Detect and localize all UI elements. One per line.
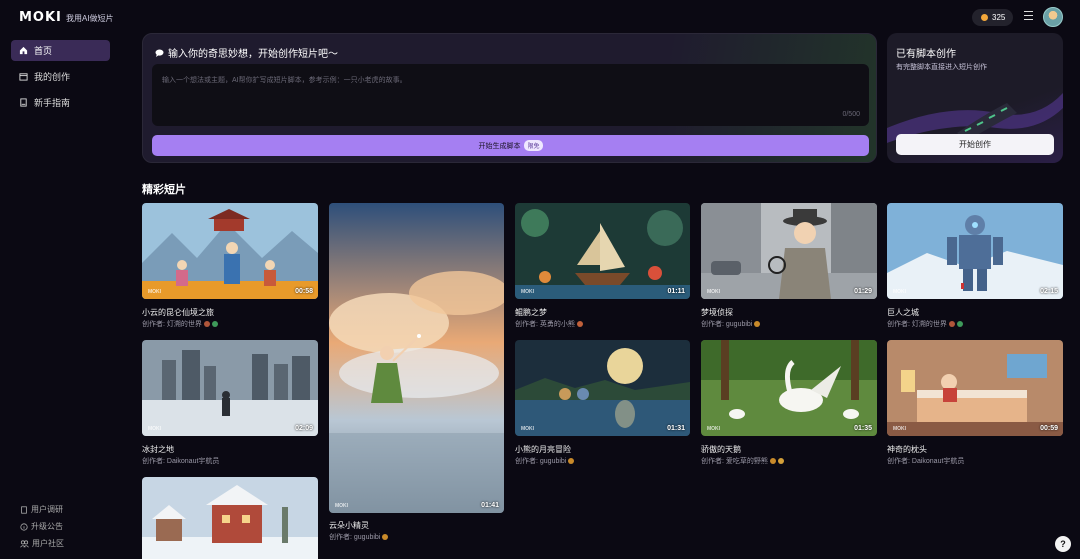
video-title: 神奇的枕头 bbox=[887, 445, 927, 454]
sidebar-item-guide[interactable]: 新手指南 bbox=[11, 92, 110, 113]
generate-script-button[interactable]: 开始生成脚本 限免 bbox=[152, 135, 869, 156]
video-title: 云朵小精灵 bbox=[329, 521, 369, 530]
video-author: 创作者: 爱吃草的野熊 bbox=[701, 456, 784, 466]
duration-badge: 01:11 bbox=[667, 288, 685, 295]
book-icon bbox=[20, 98, 27, 107]
sidebar-item-home[interactable]: 首页 bbox=[11, 40, 110, 61]
video-thumbnail[interactable]: MOKI 02:15 bbox=[887, 203, 1063, 299]
video-title: 冰封之地 bbox=[142, 445, 174, 454]
create-panel: 输入你的奇思妙想，开始创作短片吧～ 0/500 开始生成脚本 限免 bbox=[142, 33, 877, 163]
video-author: 创作者: Daikonaut宇航员 bbox=[887, 458, 965, 465]
community-link[interactable]: 用户社区 bbox=[20, 538, 64, 549]
sidebar: 首页 我的创作 新手指南 用户调研 升级公告 用户社区 bbox=[0, 34, 128, 559]
sidebar-item-label: 新手指南 bbox=[34, 98, 71, 108]
watermark: MOKI bbox=[148, 289, 162, 295]
coin-balance[interactable]: 325 bbox=[972, 9, 1013, 26]
video-title: 小云的昆仑仙境之旅 bbox=[142, 308, 214, 317]
video-title: 小熊的月亮冒险 bbox=[515, 445, 571, 454]
video-thumbnail[interactable]: MOKI 01:41 bbox=[329, 203, 504, 513]
script-subtitle: 有完整脚本直接进入短片创作 bbox=[896, 64, 987, 71]
char-count: 0/500 bbox=[842, 111, 860, 118]
watermark: MOKI bbox=[521, 289, 535, 295]
author-badge-icon bbox=[576, 321, 583, 327]
sidebar-item-my-creations[interactable]: 我的创作 bbox=[11, 66, 110, 87]
duration-badge: 02:09 bbox=[295, 425, 313, 432]
duration-badge: 01:35 bbox=[854, 425, 872, 432]
author-badge-icon bbox=[948, 321, 955, 327]
watermark: MOKI bbox=[893, 289, 907, 295]
video-author: 创作者: Daikonaut宇航员 bbox=[142, 458, 220, 465]
coin-count: 325 bbox=[992, 13, 1006, 22]
video-thumbnail[interactable]: MOKI 00:58 bbox=[142, 203, 318, 299]
film-strip-illustration bbox=[887, 93, 1063, 143]
video-thumbnail[interactable]: MOKI 02:09 bbox=[142, 340, 318, 436]
create-title: 输入你的奇思妙想，开始创作短片吧～ bbox=[155, 45, 338, 60]
watermark: MOKI bbox=[893, 426, 907, 432]
video-thumbnail[interactable]: MOKI 01:31 bbox=[515, 340, 690, 436]
author-badge-icon bbox=[203, 321, 210, 327]
survey-icon bbox=[21, 505, 27, 514]
top-bar: MOKI 我用AI做短片 325 bbox=[0, 0, 1080, 34]
video-thumbnail[interactable]: MOKI 01:11 bbox=[515, 203, 690, 299]
video-thumbnail[interactable]: MOKI 01:35 bbox=[701, 340, 877, 436]
chat-bubble-icon bbox=[155, 48, 164, 57]
watermark: MOKI bbox=[707, 426, 721, 432]
author-badge-icon bbox=[956, 321, 963, 327]
author-badge-icon bbox=[769, 458, 776, 464]
duration-badge: 00:59 bbox=[1040, 425, 1058, 432]
video-author: 创作者: 灯溯的世界 bbox=[142, 319, 218, 329]
community-icon bbox=[20, 539, 29, 547]
sidebar-item-label: 首页 bbox=[34, 46, 53, 56]
watermark: MOKI bbox=[148, 426, 162, 432]
tagline: 我用AI做短片 bbox=[66, 14, 114, 23]
author-badge-icon bbox=[211, 321, 218, 327]
announcement-link[interactable]: 升级公告 bbox=[20, 521, 63, 532]
logo[interactable]: MOKI bbox=[19, 10, 62, 25]
start-creation-button[interactable]: 开始创作 bbox=[896, 134, 1054, 155]
existing-script-panel: 已有脚本创作 有完整脚本直接进入短片创作 开始创作 bbox=[887, 33, 1063, 163]
duration-badge: 01:41 bbox=[481, 502, 499, 509]
sidebar-item-label: 我的创作 bbox=[34, 72, 71, 82]
author-badge-icon bbox=[568, 458, 575, 464]
section-title: 精彩短片 bbox=[142, 184, 186, 196]
watermark: MOKI bbox=[521, 426, 535, 432]
watermark: MOKI bbox=[707, 289, 721, 295]
home-icon bbox=[19, 46, 28, 55]
prompt-box: 0/500 bbox=[152, 64, 869, 126]
video-author: 创作者: 灯溯的世界 bbox=[887, 319, 963, 329]
video-thumbnail[interactable]: MOKI 01:29 bbox=[701, 203, 877, 299]
video-author: 创作者: gugubibi bbox=[701, 319, 761, 329]
duration-badge: 01:31 bbox=[667, 425, 685, 432]
author-badge-icon bbox=[754, 321, 761, 327]
help-button[interactable]: ? bbox=[1055, 536, 1071, 552]
info-icon bbox=[20, 522, 28, 531]
folder-icon bbox=[19, 73, 28, 81]
video-title: 梦境侦探 bbox=[701, 308, 733, 317]
duration-badge: 01:29 bbox=[854, 288, 872, 295]
script-title: 已有脚本创作 bbox=[896, 49, 956, 60]
video-author: 创作者: gugubibi bbox=[515, 456, 575, 466]
video-title: 鲲鹏之梦 bbox=[515, 308, 547, 317]
video-author: 创作者: gugubibi bbox=[329, 532, 389, 542]
survey-link[interactable]: 用户调研 bbox=[20, 504, 63, 515]
free-badge: 限免 bbox=[524, 140, 543, 151]
author-badge-icon bbox=[382, 534, 389, 540]
menu-icon[interactable] bbox=[1024, 11, 1033, 20]
prompt-input[interactable] bbox=[152, 64, 869, 126]
watermark: MOKI bbox=[335, 503, 349, 509]
duration-badge: 02:15 bbox=[1040, 288, 1058, 295]
avatar[interactable] bbox=[1043, 7, 1063, 27]
video-title: 骄傲的天鹅 bbox=[701, 445, 741, 454]
video-author: 创作者: 英勇的小熊 bbox=[515, 319, 583, 329]
video-title: 巨人之城 bbox=[887, 308, 919, 317]
video-thumbnail[interactable]: MOKI 00:59 bbox=[887, 340, 1063, 436]
video-thumbnail[interactable] bbox=[142, 477, 318, 559]
duration-badge: 00:58 bbox=[295, 288, 313, 295]
coin-icon bbox=[981, 14, 988, 21]
author-badge-icon bbox=[777, 458, 784, 464]
